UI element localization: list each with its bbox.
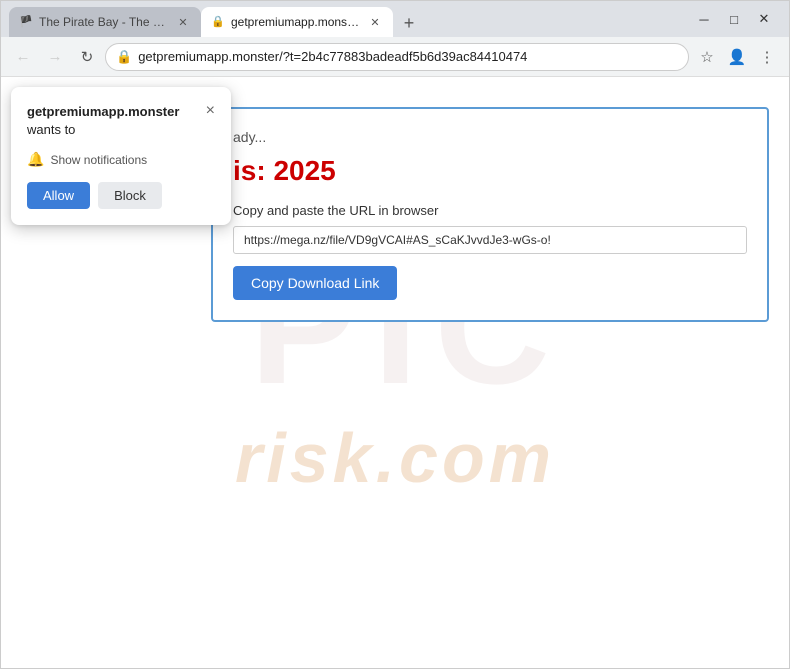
toolbar-right: ☆ 👤 ⋮ [693,43,781,71]
tab-getpremiumapp[interactable]: 🔒 getpremiumapp.monster/?t=2... ✕ [201,7,393,37]
tab2-close[interactable]: ✕ [367,14,383,30]
watermark-risk: risk.com [235,418,555,498]
notification-popup: getpremiumapp.monster wants to × 🔔 Show … [11,87,231,225]
maximize-button[interactable]: □ [721,9,747,29]
profile-button[interactable]: 👤 [723,43,751,71]
back-button[interactable]: ← [9,43,37,71]
tab2-title: getpremiumapp.monster/?t=2... [231,15,361,29]
window-controls: ─ □ ✕ [691,9,777,29]
notif-close-button[interactable]: × [206,103,215,119]
tab1-close[interactable]: ✕ [175,14,191,30]
site-line1: ady... [233,129,747,145]
copy-label: Copy and paste the URL in browser [233,203,747,218]
tab-piratebay[interactable]: 🏴 The Pirate Bay - The galaxy's m... ✕ [9,7,201,37]
notif-site-name: getpremiumapp.monster [27,104,179,119]
year-prefix: is: [233,155,273,186]
forward-button[interactable]: → [41,43,69,71]
notif-title: getpremiumapp.monster wants to [27,103,198,139]
menu-button[interactable]: ⋮ [753,43,781,71]
tab1-favicon: 🏴 [19,15,33,29]
title-bar: 🏴 The Pirate Bay - The galaxy's m... ✕ 🔒… [1,1,789,37]
copy-download-link-button[interactable]: Copy Download Link [233,266,397,300]
notif-title-rest: wants to [27,122,75,137]
notif-header: getpremiumapp.monster wants to × [27,103,215,139]
url-display: https://mega.nz/file/VD9gVCAI#AS_sCaKJvv… [233,226,747,254]
lock-icon: 🔒 [116,49,132,65]
allow-button[interactable]: Allow [27,182,90,209]
bookmark-button[interactable]: ☆ [693,43,721,71]
notif-show-notifications-row: 🔔 Show notifications [27,151,215,168]
address-input[interactable] [138,49,678,64]
site-year: is: 2025 [233,155,747,187]
toolbar: ← → ↻ 🔒 ☆ 👤 ⋮ [1,37,789,77]
tab1-title: The Pirate Bay - The galaxy's m... [39,15,169,29]
site-content-box: ady... is: 2025 Copy and paste the URL i… [211,107,769,322]
minimize-button[interactable]: ─ [691,9,717,29]
notif-actions: Allow Block [27,182,215,209]
block-button[interactable]: Block [98,182,162,209]
address-bar[interactable]: 🔒 [105,43,689,71]
show-notif-label: Show notifications [50,153,147,167]
tabs-bar: 🏴 The Pirate Bay - The galaxy's m... ✕ 🔒… [9,1,687,37]
close-button[interactable]: ✕ [751,9,777,29]
year-value: 2025 [273,155,335,186]
reload-button[interactable]: ↻ [73,43,101,71]
tab2-favicon: 🔒 [211,15,225,29]
new-tab-button[interactable]: + [395,9,423,37]
bell-icon: 🔔 [27,151,44,168]
page-content: PTC risk.com ady... is: 2025 Copy and pa… [1,77,789,668]
browser-window: 🏴 The Pirate Bay - The galaxy's m... ✕ 🔒… [0,0,790,669]
